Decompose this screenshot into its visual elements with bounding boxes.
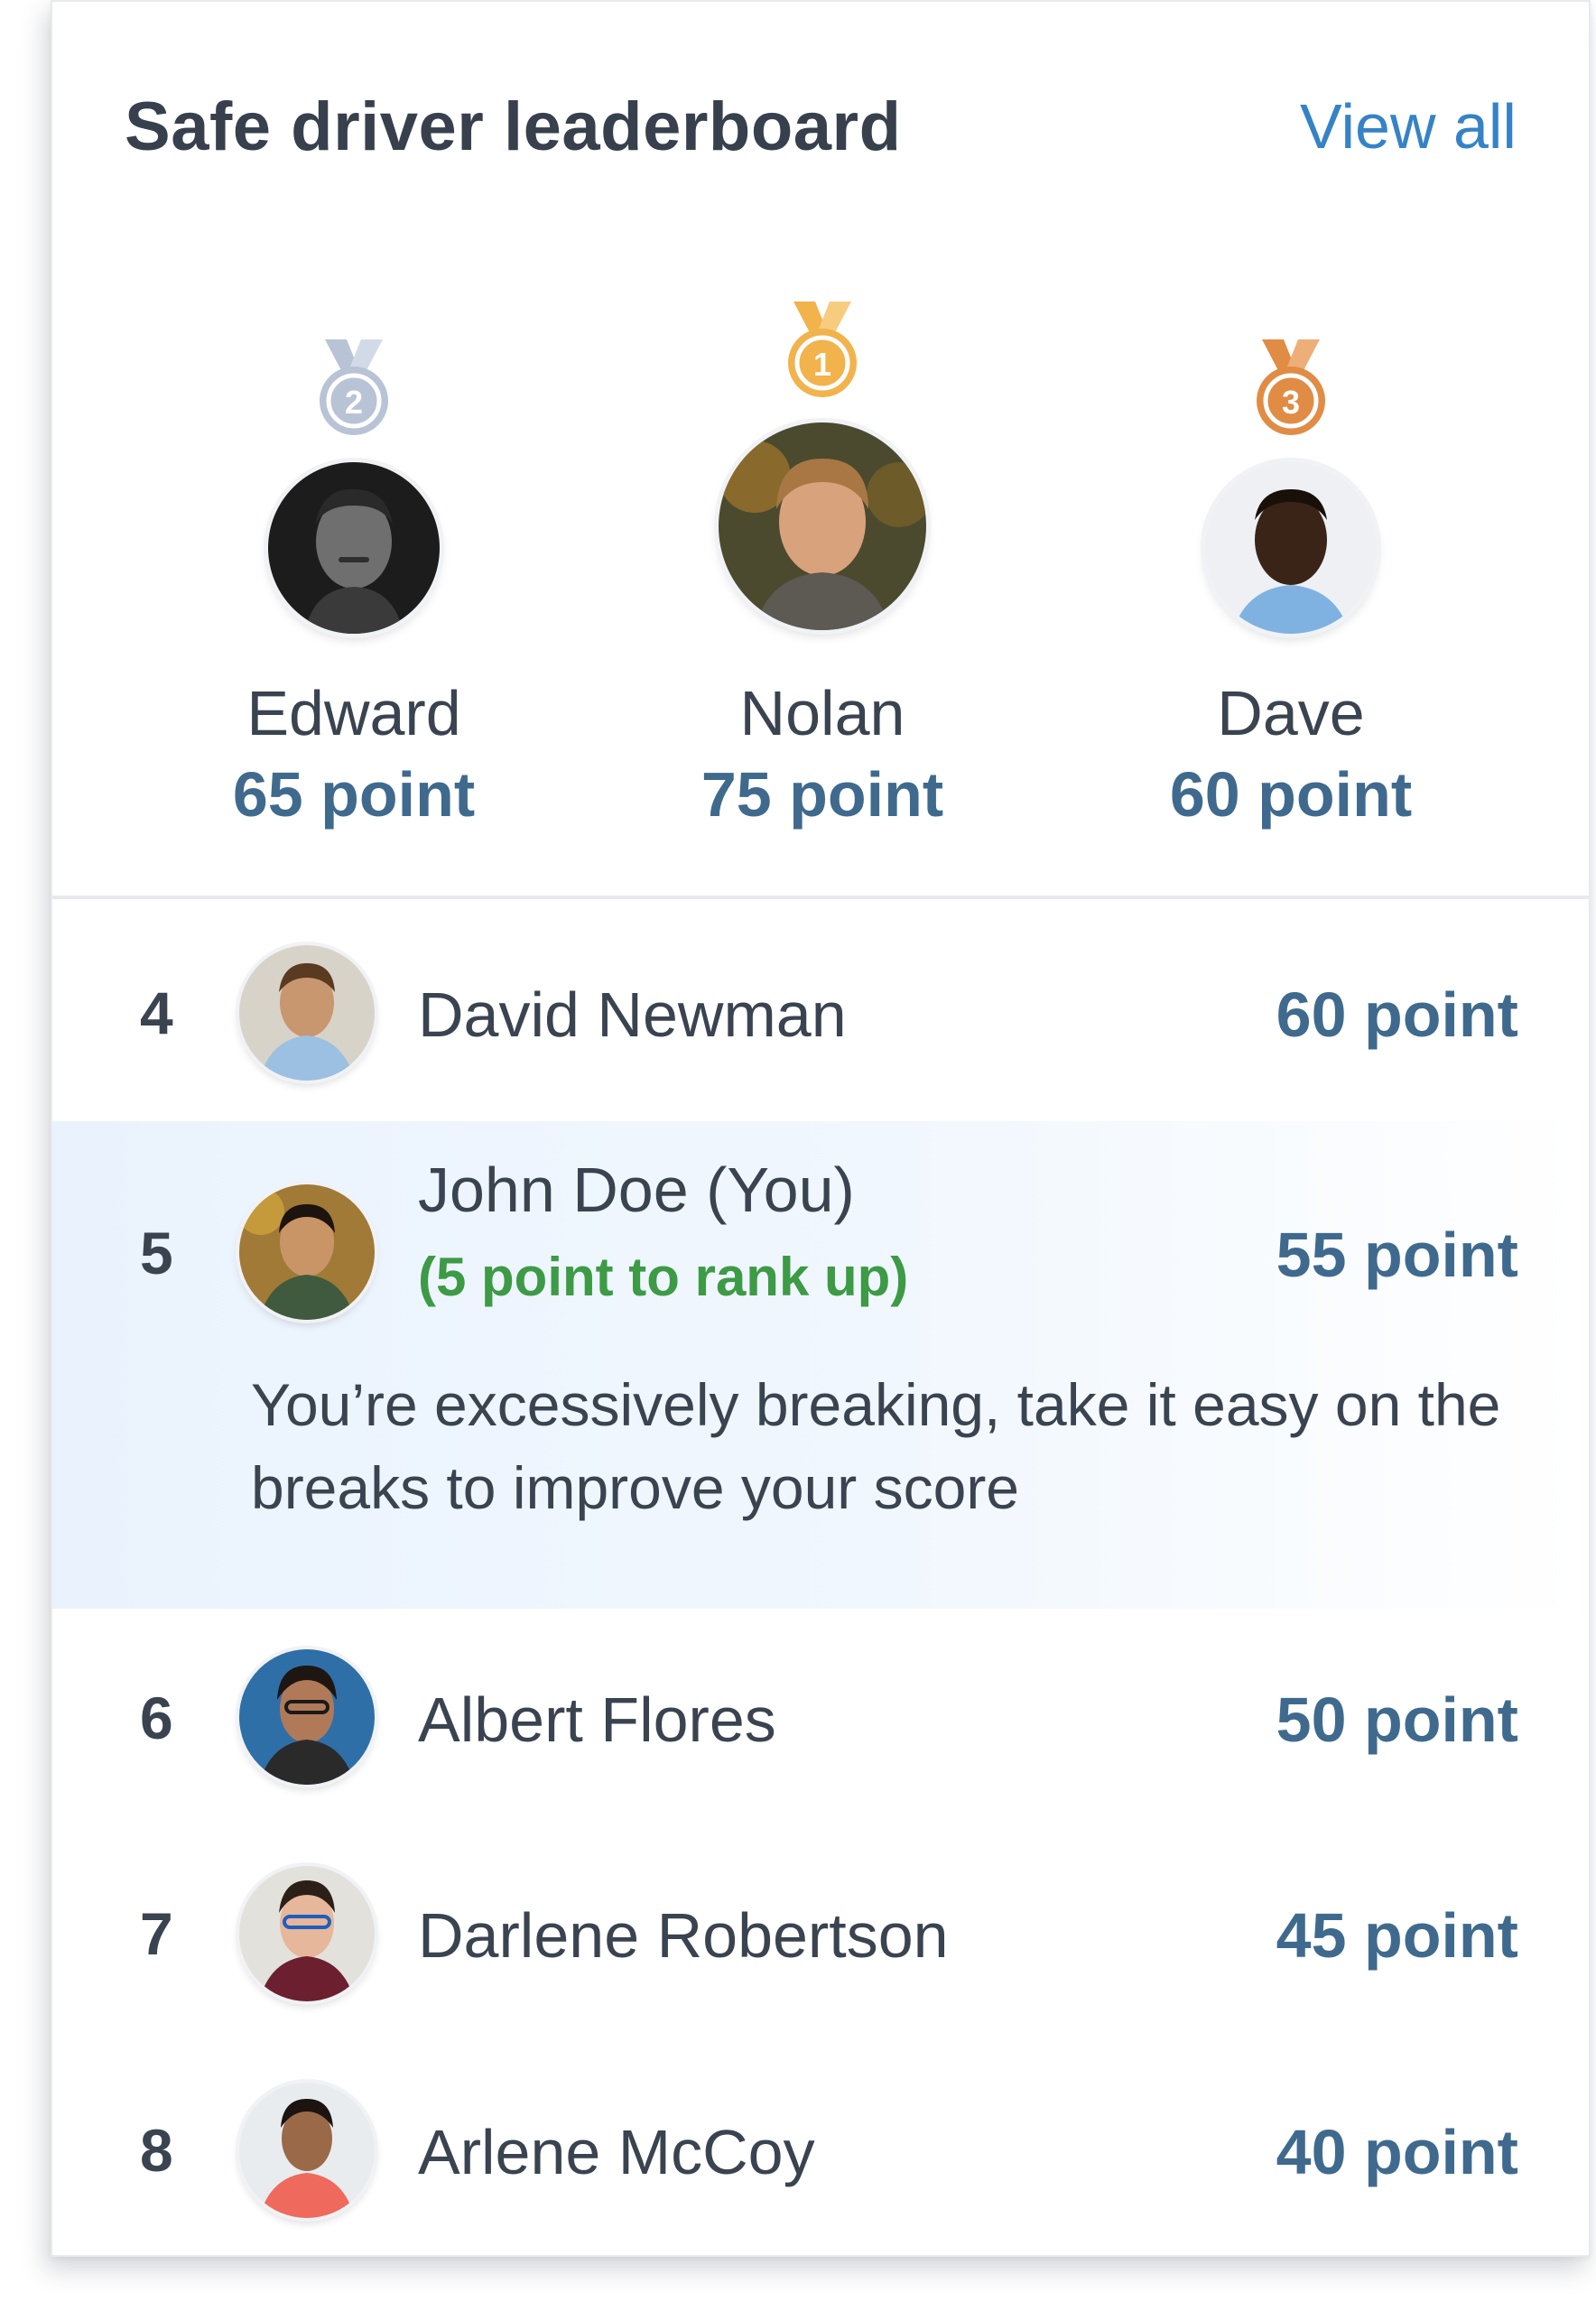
podium-points: 60 point [1169, 759, 1413, 830]
avatar [239, 2083, 375, 2218]
rank-number: 6 [140, 1685, 173, 1751]
rank-number: 8 [140, 2117, 173, 2184]
svg-text:3: 3 [1282, 384, 1300, 421]
driver-points: 60 point [1276, 979, 1518, 1050]
svg-text:2: 2 [345, 384, 363, 421]
avatar [239, 1184, 375, 1320]
driver-name: David Newman [418, 979, 847, 1050]
card-title: Safe driver leaderboard [125, 88, 902, 165]
avatar [1205, 462, 1377, 634]
leaderboard-card: Safe driver leaderboard View all 2 Edwar… [51, 0, 1591, 2257]
podium-item-2[interactable]: 2 Edward 65 point [191, 273, 516, 896]
podium-item-3[interactable]: 3 Dave 60 point [1128, 273, 1453, 896]
card-header: Safe driver leaderboard View all [52, 2, 1589, 273]
podium-name: Edward [246, 678, 461, 748]
view-all-link[interactable]: View all [1300, 90, 1517, 162]
driving-tip: You’re excessively breaking, take it eas… [251, 1371, 1501, 1521]
driver-name: Darlene Robertson [418, 1900, 949, 1971]
driver-name: Albert Flores [418, 1685, 776, 1755]
divider [52, 896, 1589, 899]
podium-name: Dave [1217, 678, 1365, 748]
podium-points: 75 point [701, 759, 944, 830]
bronze-medal-icon: 3 [1257, 339, 1325, 435]
rank-up-hint: (5 point to rank up) [418, 1247, 909, 1307]
avatar [268, 462, 440, 634]
driver-points: 45 point [1276, 1900, 1518, 1971]
leaderboard-row[interactable]: 4 David Newman 60 point [52, 905, 1589, 1121]
silver-medal-icon: 2 [320, 339, 388, 435]
podium-points: 65 point [232, 759, 476, 830]
rank-number: 4 [140, 979, 173, 1046]
rank-number: 5 [140, 1220, 173, 1286]
avatar [719, 422, 926, 630]
driver-points: 55 point [1276, 1220, 1518, 1290]
rank-number: 7 [140, 1900, 173, 1967]
podium: 2 Edward 65 point 1 Nolan 75 point 3 Dav… [52, 273, 1589, 896]
driver-name: Arlene McCoy [418, 2117, 815, 2187]
gold-medal-icon: 1 [788, 302, 857, 397]
svg-text:1: 1 [813, 346, 831, 383]
leaderboard-row[interactable]: 7 Darlene Robertson 45 point [52, 1825, 1589, 2042]
podium-name: Nolan [739, 678, 905, 748]
driver-points: 40 point [1276, 2117, 1518, 2187]
leaderboard-row[interactable]: 8 Arlene McCoy 40 point [52, 2042, 1589, 2255]
avatar [239, 945, 375, 1081]
leaderboard-row-current-user[interactable]: 5 John Doe (You) (5 point to rank up) 55… [52, 1121, 1589, 1609]
avatar [239, 1649, 375, 1785]
leaderboard-row[interactable]: 6 Albert Flores 50 point [52, 1609, 1589, 1825]
podium-item-1[interactable]: 1 Nolan 75 point [660, 273, 985, 896]
avatar [239, 1866, 375, 2001]
driver-points: 50 point [1276, 1685, 1518, 1755]
driver-name: John Doe (You) [418, 1155, 855, 1225]
